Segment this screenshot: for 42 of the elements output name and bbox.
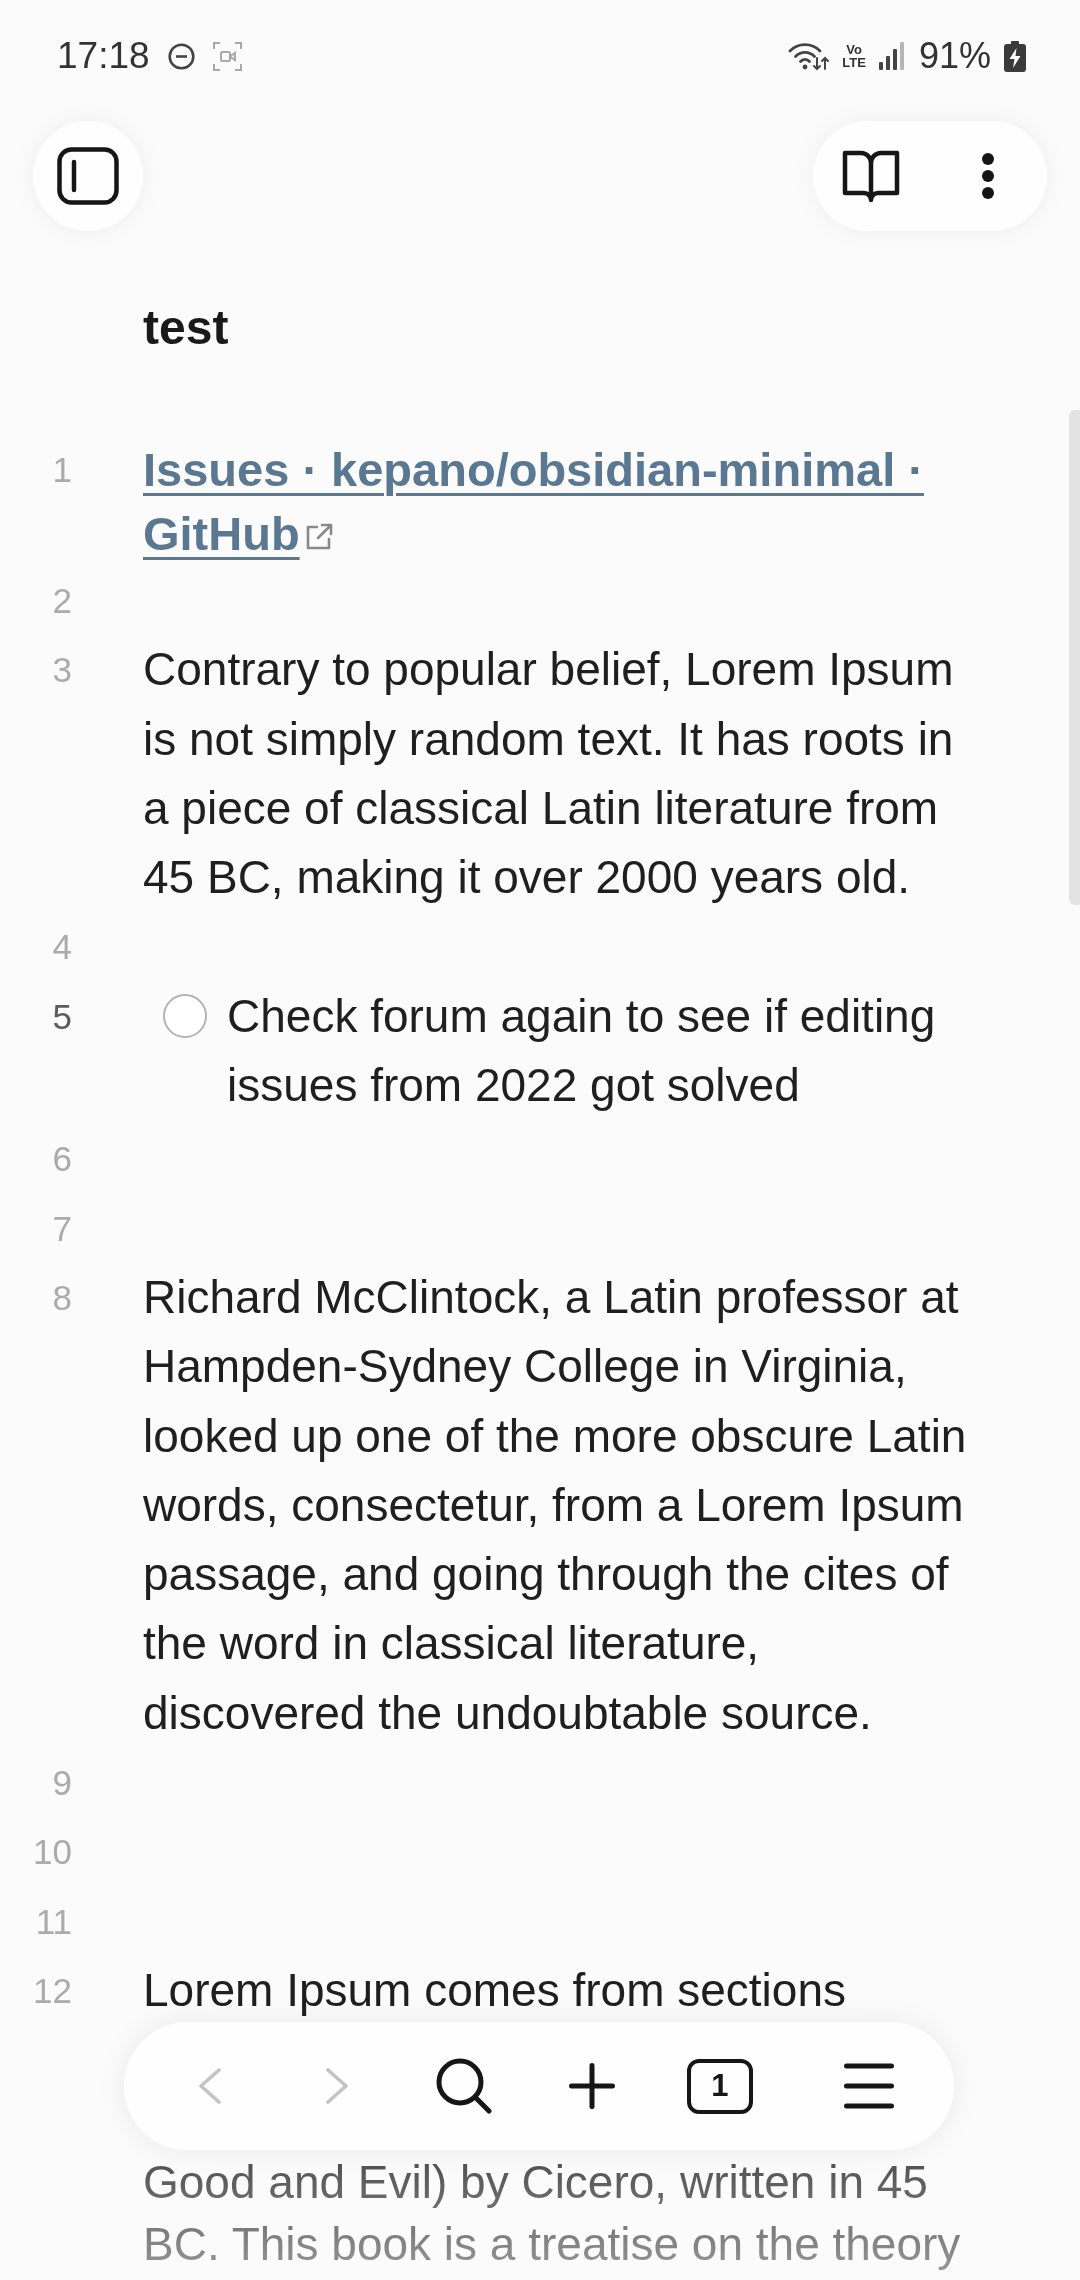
chevron-left-icon — [197, 2068, 222, 2104]
more-options-button[interactable] — [982, 153, 994, 199]
line-number: 1 — [52, 449, 72, 491]
chevron-right-icon — [325, 2068, 350, 2104]
line-number: 12 — [33, 1969, 72, 2012]
signal-icon — [878, 42, 906, 70]
status-time: 17:18 — [57, 35, 150, 77]
wifi-icon — [788, 41, 830, 71]
line-number: 4 — [52, 926, 72, 969]
line-number: 5 — [52, 995, 72, 1038]
line-number: 6 — [52, 1138, 72, 1181]
search-button[interactable] — [436, 2058, 494, 2114]
paragraph-text: Lorem Ipsum comes from sections — [143, 1962, 847, 2018]
task-checkbox[interactable] — [163, 994, 207, 1039]
line-number: 7 — [52, 1207, 72, 1250]
search-icon — [436, 2058, 494, 2114]
circle-minus-icon — [167, 42, 195, 70]
book-icon — [842, 149, 900, 203]
network-type-label: Vo LTE — [842, 43, 866, 69]
task-text: Check forum again to see if editing issues from 2022 got solved — [227, 988, 937, 1114]
menu-button[interactable] — [844, 2063, 895, 2109]
vertical-dots-icon — [982, 153, 994, 199]
sidebar-icon — [57, 147, 119, 205]
reading-view-button[interactable] — [842, 149, 900, 203]
scrollbar-thumb[interactable] — [1069, 410, 1080, 905]
link[interactable]: Issues · kepano/obsidian-minimal · GitHub — [143, 438, 979, 566]
tab-count-button[interactable]: 1 — [686, 2058, 753, 2114]
plus-icon — [569, 2063, 616, 2109]
line-number: 10 — [33, 1831, 72, 1874]
new-tab-button[interactable] — [569, 2063, 616, 2109]
paragraph-text: Contrary to popular belief, Lorem Ipsum is not simply random text. It has roots in a piece of classical Latin literature from 45 BC, making it over 2000 years old. — [143, 642, 955, 906]
menu-icon — [844, 2063, 895, 2109]
camera-frame-icon — [212, 41, 242, 71]
line-number: 8 — [52, 1276, 72, 1319]
line-number: 2 — [52, 580, 72, 622]
paragraph-text: Good and Evil) by Cicero, written in 45 BC. This book is a treatise on the theory — [143, 2155, 962, 2273]
line-number: 11 — [35, 1900, 72, 1943]
note-title: test — [143, 300, 229, 356]
battery-percent: 91% — [918, 35, 991, 77]
line-number: 9 — [52, 1762, 72, 1805]
paragraph-text: Richard McClintock, a Latin professor at Hampden-Sydney College in Virginia, looked up one of the more obscure Latin words, consectetur, from a Lorem Ipsum passage, and going through the cites of the word in classical literature, discovered the undoubtable source. — [143, 1269, 968, 1741]
line-number: 3 — [52, 649, 72, 692]
